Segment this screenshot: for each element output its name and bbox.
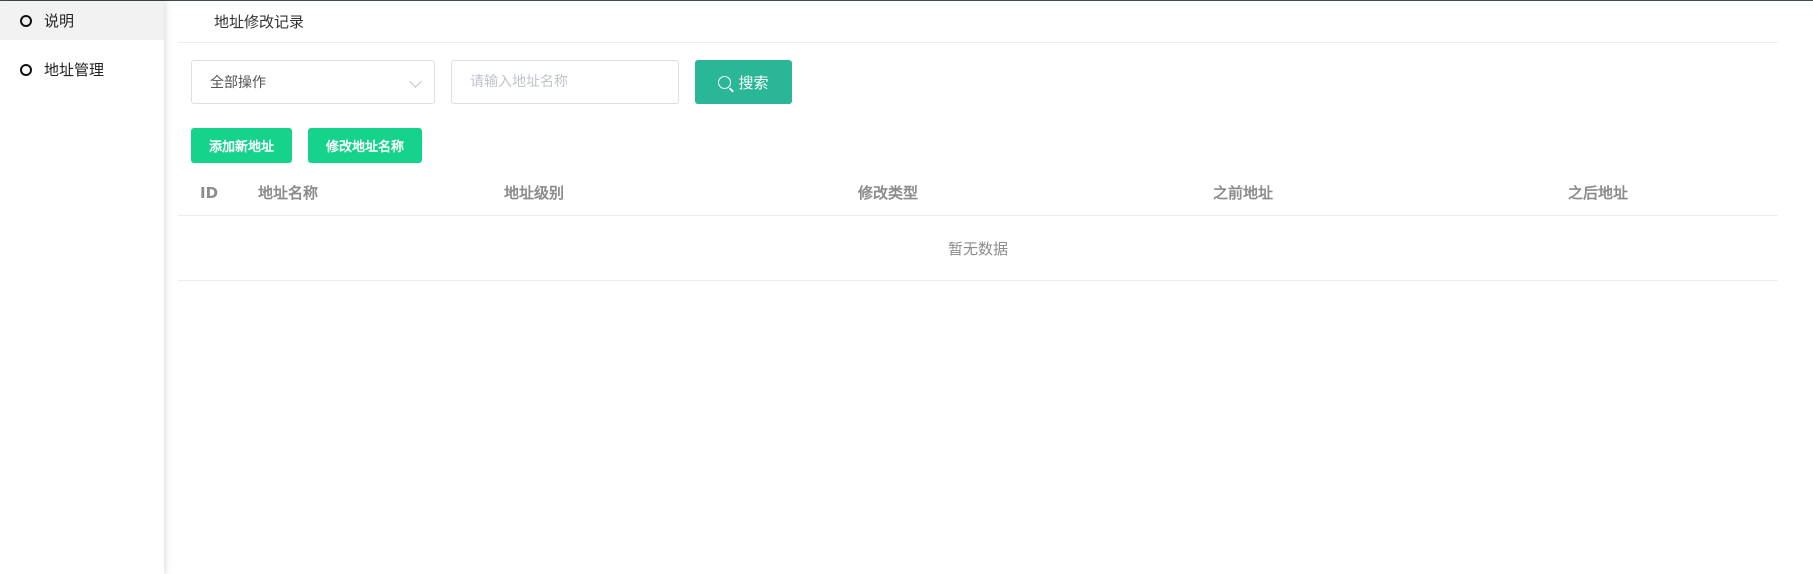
page-title: 地址修改记录 [214,13,305,31]
column-header-id: ID [200,184,219,202]
sidebar: 说明 地址管理 [0,1,164,574]
column-header-address-name: 地址名称 [258,184,319,202]
operation-select[interactable]: 全部操作 [191,60,435,104]
search-button-label: 搜索 [738,73,769,92]
chevron-down-icon [409,75,422,88]
sidebar-item-instructions[interactable]: 说明 [0,1,164,40]
empty-text: 暂无数据 [947,239,1008,258]
search-button[interactable]: 搜索 [695,60,792,104]
table-empty-state: 暂无数据 [178,216,1778,281]
address-change-table: ID 地址名称 地址级别 修改类型 之前地址 之后地址 暂无数据 [178,170,1778,281]
operation-select-value: 全部操作 [210,75,266,91]
page-header: 地址修改记录 [178,1,1778,43]
filter-bar: 全部操作 搜索 [178,43,1778,123]
rename-address-button[interactable]: 修改地址名称 [308,128,422,163]
action-bar: 添加新地址 修改地址名称 [178,123,1778,169]
main-content: 地址修改记录 全部操作 搜索 添加新地址 修改地址名称 ID 地址名称 地址级别… [178,1,1778,574]
sidebar-item-address-management[interactable]: 地址管理 [0,50,164,89]
table-header: ID 地址名称 地址级别 修改类型 之前地址 之后地址 [178,170,1778,216]
sidebar-item-label: 地址管理 [44,61,105,79]
sidebar-item-label: 说明 [44,12,75,30]
search-icon [718,75,732,89]
add-address-button[interactable]: 添加新地址 [191,128,292,163]
column-header-change-type: 修改类型 [858,184,919,202]
circle-icon [20,63,32,76]
column-header-address-level: 地址级别 [504,184,565,202]
column-header-previous-address: 之前地址 [1213,184,1274,202]
column-header-new-address: 之后地址 [1568,184,1629,202]
circle-icon [20,14,32,27]
search-input[interactable] [451,60,679,104]
